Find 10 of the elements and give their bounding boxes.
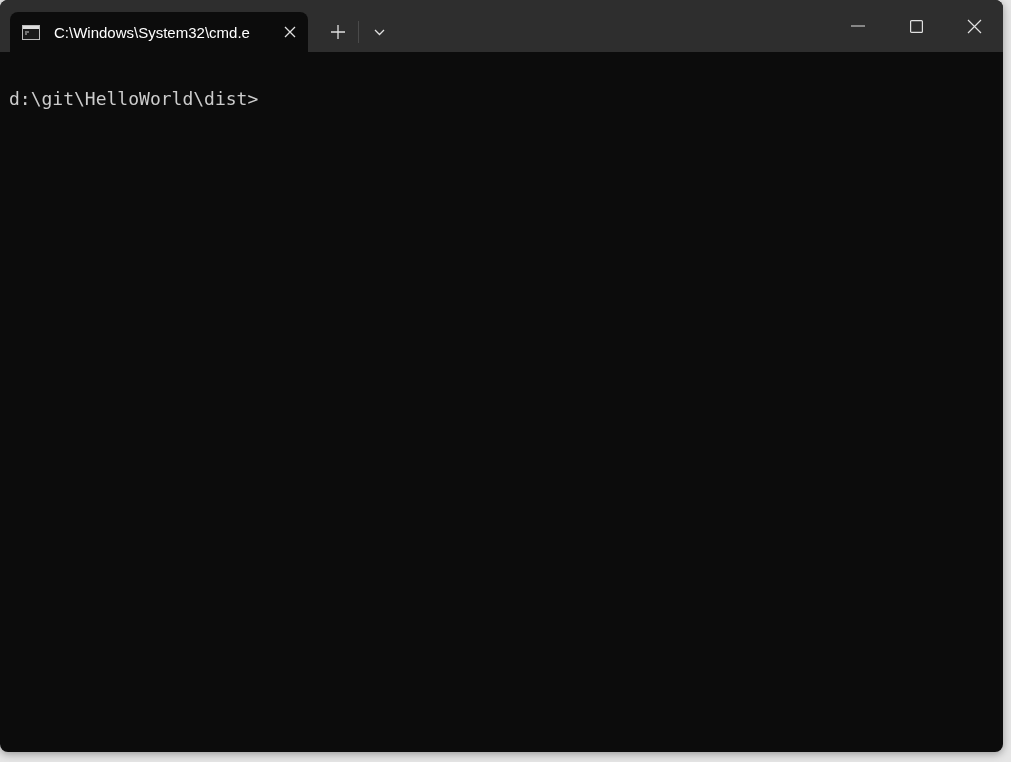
chevron-down-icon — [373, 28, 385, 36]
plus-icon — [331, 25, 345, 39]
console-icon — [22, 24, 40, 40]
close-icon[interactable] — [284, 26, 296, 38]
terminal-tab[interactable]: C:\Windows\System32\cmd.e — [10, 12, 308, 52]
tab-title: C:\Windows\System32\cmd.e — [54, 23, 251, 41]
close-icon — [966, 18, 982, 34]
command-prompt: d:\git\HelloWorld\dist> — [9, 88, 260, 109]
minimize-icon — [851, 25, 865, 27]
maximize-icon — [909, 19, 923, 33]
